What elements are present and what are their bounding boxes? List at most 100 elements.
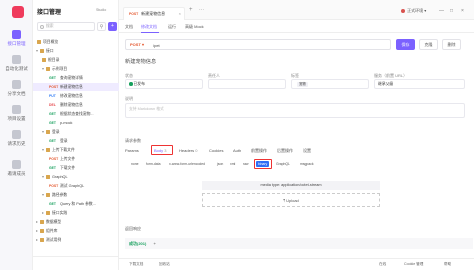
upload-button[interactable]: ⤒ Upload <box>202 193 380 207</box>
search-input[interactable]: 搜索 <box>37 22 95 31</box>
tree-endpoint[interactable]: GET Query 和 Path 参数... <box>33 200 119 208</box>
status-dot-icon <box>129 82 133 86</box>
subtab-doc[interactable]: 文档 <box>125 24 133 30</box>
body-type-xml[interactable]: xml <box>230 162 235 166</box>
add-response-button[interactable]: + <box>153 241 155 246</box>
tab-headers[interactable]: Headers 0 <box>179 148 197 153</box>
rail-item-autotest[interactable]: 自动化测试 <box>0 55 33 72</box>
description-input[interactable]: 支持 Markdown 格式 <box>125 103 465 118</box>
tree-endpoint[interactable]: GET 下载文件 <box>33 164 119 172</box>
tree-folder[interactable]: ▸ 测试用例 <box>33 236 119 244</box>
body-type-raw[interactable]: raw <box>243 162 248 166</box>
tree-folder[interactable]: ▾ 示例项目 <box>33 65 119 73</box>
body-type-msgpack[interactable]: msgpack <box>300 162 314 166</box>
rail-item-api[interactable]: 接口管理 <box>0 30 33 47</box>
body-type-form-data[interactable]: form-data <box>146 162 161 166</box>
tab-auth[interactable]: Auth <box>233 148 241 153</box>
tab-settings[interactable]: 设置 <box>303 148 311 154</box>
invite-icon <box>12 160 21 169</box>
active-tab-underline <box>141 32 159 33</box>
tab-params[interactable]: Params <box>125 148 139 153</box>
main-panel: POST 新建宠物信息 × + ··· 正式环境 ▾ — □ × 文档 修改文档… <box>119 0 474 270</box>
tab-new-pet[interactable]: POST 新建宠物信息 × <box>123 7 185 20</box>
bottom-item-cookie[interactable]: Cookie 管理 <box>404 262 423 267</box>
folder-icon <box>40 229 44 233</box>
add-tab-button[interactable]: + <box>189 7 193 13</box>
rail-item-history[interactable]: 请求历史 <box>0 130 33 147</box>
body-type-urlencoded[interactable]: x-www-form-urlencoded <box>169 162 205 166</box>
api-name-input[interactable]: 新建宠物信息 <box>125 58 156 65</box>
autotest-icon <box>12 55 21 64</box>
tree-endpoint[interactable]: POST 上传文件 <box>33 155 119 163</box>
body-type-graphql[interactable]: GraphQL <box>276 162 290 166</box>
tags-select[interactable]: 宠物 <box>291 79 369 89</box>
clone-button[interactable]: 克隆 <box>419 39 438 50</box>
tree-endpoint[interactable]: GET 根据状态查找宠物... <box>33 110 119 118</box>
status-select[interactable]: 已发布 <box>125 79 203 89</box>
tree-folder[interactable]: ▸ 接口实践 <box>33 209 119 217</box>
tree-folder[interactable]: ▾ 路径参数 <box>33 191 119 199</box>
service-select[interactable]: 继承父级 <box>374 79 465 89</box>
tab-pre-ops[interactable]: 前置操作 <box>251 148 267 154</box>
tab-cookies[interactable]: Cookies <box>209 148 223 153</box>
rail-item-invite[interactable]: 邀请成员 <box>0 160 33 177</box>
bottom-item-online[interactable]: 在线 <box>379 262 386 267</box>
folder-icon <box>46 211 50 215</box>
home-icon <box>37 40 41 44</box>
response-tab-201[interactable]: 成功(201) + <box>125 238 473 249</box>
tree-folder[interactable]: ▾ 上传下载文件 <box>33 146 119 154</box>
subtab-run[interactable]: 运行 <box>168 24 176 30</box>
folder-icon <box>40 220 44 224</box>
folder-icon <box>40 49 44 53</box>
tree-item-overview[interactable]: 项目概览 <box>33 38 119 46</box>
bottom-item-trash[interactable]: 回收站 <box>159 262 170 267</box>
tree-folder[interactable]: ▸ 数据模型 <box>33 218 119 226</box>
maximize-icon[interactable]: □ <box>450 8 453 14</box>
path-input[interactable]: /pet <box>153 43 160 48</box>
env-dot-icon <box>401 8 405 13</box>
delete-button[interactable]: 删除 <box>442 39 461 50</box>
body-type-json[interactable]: json <box>217 162 223 166</box>
description-label: 说明 <box>125 96 133 101</box>
share-icon <box>12 80 21 89</box>
env-selector[interactable]: 正式环境 ▾ <box>401 8 426 14</box>
api-icon <box>12 30 21 39</box>
tree-folder[interactable]: 根目录 <box>33 56 119 64</box>
method-select[interactable]: POST ▾ <box>130 42 144 47</box>
tree-folder[interactable]: ▾ 登录 <box>33 128 119 136</box>
window-close-icon[interactable]: × <box>461 8 464 14</box>
body-type-none[interactable]: none <box>131 162 139 166</box>
close-icon[interactable]: × <box>179 8 181 20</box>
add-button[interactable]: + <box>108 22 117 31</box>
left-rail: 接口管理 自动化测试 分享文档 项目设置 请求历史 邀请成员 <box>0 0 33 270</box>
tree-folder[interactable]: ▸ 组件库 <box>33 227 119 235</box>
tree-endpoint[interactable]: GET 登录 <box>33 137 119 145</box>
save-button[interactable]: 保存 <box>396 39 415 50</box>
more-icon[interactable]: ··· <box>199 7 204 13</box>
project-title[interactable]: 接口管理 <box>37 7 61 16</box>
tree-endpoint[interactable]: DEL 删除宠物信息 <box>33 101 119 109</box>
minimize-icon[interactable]: — <box>439 8 444 14</box>
tag-pill[interactable]: 宠物 <box>297 82 308 87</box>
tree-endpoint[interactable]: GET p-mock <box>33 119 119 127</box>
app-logo <box>12 6 24 18</box>
rail-item-settings[interactable]: 项目设置 <box>0 105 33 122</box>
tree-endpoint[interactable]: POST 测试 GraphQL <box>33 182 119 190</box>
bottom-item-help[interactable]: 帮助 <box>444 262 451 267</box>
owner-select[interactable] <box>208 79 286 89</box>
subtab-edit-doc[interactable]: 修改文档 <box>141 24 157 30</box>
subtab-mock[interactable]: 高级 Mock <box>185 24 204 30</box>
sidebar: 接口管理 Studio 搜索 ⚲ + 项目概览 ▾ 接口 根目录 ▾ 示例项目 GE… <box>33 0 119 270</box>
history-icon <box>12 130 21 139</box>
tree-endpoint[interactable]: PUT 修改宠物信息 <box>33 92 119 100</box>
project-tag[interactable]: Studio <box>96 8 106 12</box>
tree-endpoint-selected[interactable]: POST 新建宠物信息 <box>33 83 119 91</box>
url-bar[interactable]: POST ▾ /pet <box>125 39 391 50</box>
tree-folder[interactable]: ▾ GraphQL <box>33 173 119 181</box>
tab-post-ops[interactable]: 后置操作 <box>277 148 293 154</box>
rail-item-share[interactable]: 分享文档 <box>0 80 33 97</box>
bottom-item-download[interactable]: 下载文档 <box>129 262 143 267</box>
filter-button[interactable]: ⚲ <box>97 22 106 31</box>
tree-folder[interactable]: ▾ 接口 <box>33 47 119 55</box>
tree-endpoint[interactable]: GET 查询宠物详情 <box>33 74 119 82</box>
